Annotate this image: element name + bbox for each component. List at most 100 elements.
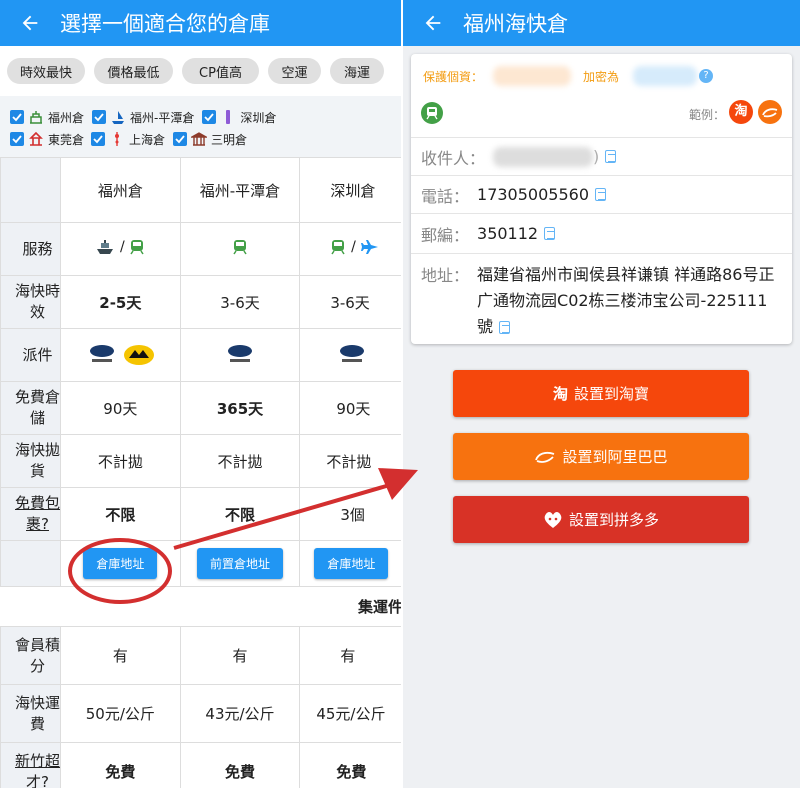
copy-icon[interactable]	[544, 227, 556, 240]
set-to-alibaba-button[interactable]: 設置到阿里巴巴	[453, 433, 749, 480]
speed-pingtan: 3-6天	[179, 275, 301, 329]
button-label: 設置到淘寶	[574, 385, 650, 403]
back-button[interactable]	[403, 12, 463, 34]
checkbox-checked-icon	[10, 110, 24, 124]
button-label: 設置到阿里巴巴	[562, 448, 668, 466]
page-title: 福州海快倉	[463, 12, 568, 36]
train-icon	[130, 240, 145, 255]
chip-sea[interactable]: 海運	[330, 58, 384, 84]
taobao-example-icon[interactable]: 淘	[729, 100, 753, 124]
front-warehouse-address-button[interactable]: 前置倉地址	[196, 548, 283, 579]
filter-label: 上海倉	[129, 132, 166, 147]
pearl-tower-icon	[115, 132, 120, 146]
checkbox-checked-icon	[91, 132, 106, 146]
copy-icon[interactable]	[605, 150, 617, 163]
redacted-name	[493, 66, 571, 86]
row-label-storage: 免費倉儲	[0, 381, 61, 435]
redacted-recipient	[493, 146, 594, 167]
address-value: 福建省福州市闽侯县祥谦镇 祥通路86号正广通物流园C02栋三楼沛宝公司-2251…	[477, 262, 777, 340]
chip-cheapest[interactable]: 價格最低	[94, 58, 173, 84]
filter-label: 福州倉	[48, 110, 85, 125]
filter-label: 福州-平潭倉	[130, 110, 195, 125]
checkbox-checked-icon	[10, 132, 24, 146]
fee-fuzhou: 50元/公斤	[60, 684, 181, 743]
copy-icon[interactable]	[595, 188, 606, 201]
filter-dongguan[interactable]: 東莞倉	[10, 131, 84, 148]
train-icon	[233, 240, 247, 255]
free-pingtan: 不限	[179, 487, 301, 541]
free-fuzhou: 不限	[60, 487, 181, 541]
checkbox-checked-icon	[202, 110, 217, 124]
fee-shenzhen: 45元/公斤	[299, 684, 403, 743]
fee-pingtan: 43元/公斤	[179, 684, 301, 743]
boat-icon	[112, 110, 125, 124]
row-label-hsinchu[interactable]: 新竹超才?	[0, 742, 61, 788]
button-label: 設置到拼多多	[568, 511, 659, 529]
free-shenzhen: 3個	[299, 487, 403, 541]
filter-sanming[interactable]: 三明倉	[173, 131, 247, 148]
chip-fastest[interactable]: 時效最快	[7, 58, 85, 84]
encrypt-label: 加密為	[583, 70, 620, 84]
hct-logistics-logo-icon	[227, 345, 252, 362]
arrow-left-icon	[22, 15, 38, 31]
filter-fuzhou[interactable]: 福州倉	[10, 109, 84, 126]
column-header-pingtan: 福州-平潭倉	[179, 157, 301, 223]
hsinchu-shenzhen: 免費	[299, 742, 403, 788]
row-label-points: 會員積分	[0, 626, 61, 685]
bulky-pingtan: 不計拋	[179, 434, 301, 488]
bulky-shenzhen: 不計拋	[299, 434, 403, 488]
comparison-table: 福州倉 福州-平潭倉 深圳倉 服務 / / 海快時效 2-5天 3-6天 3-6…	[0, 157, 403, 788]
phone-value: 17305005560	[477, 185, 589, 204]
sort-chips: 時效最快 價格最低 CP值高 空運 海運	[0, 46, 403, 96]
pinduoduo-icon	[544, 511, 562, 528]
copy-icon[interactable]	[499, 321, 511, 334]
help-icon[interactable]: ?	[699, 69, 713, 83]
delivery-fuzhou	[60, 328, 181, 382]
recipient-label: 收件人：	[421, 148, 486, 168]
speed-fuzhou: 2-5天	[60, 275, 181, 329]
address-text: 福建省福州市闽侯县祥谦镇 祥通路86号正广通物流园C02栋三楼沛宝公司-2251…	[477, 265, 775, 336]
delivery-pingtan	[179, 328, 301, 382]
address-row: 地址： 福建省福州市闽侯县祥谦镇 祥通路86号正广通物流园C02栋三楼沛宝公司-…	[411, 253, 792, 343]
set-to-taobao-button[interactable]: 淘 設置到淘寶	[453, 370, 749, 417]
filter-shenzhen[interactable]: 深圳倉	[202, 109, 276, 126]
arrow-left-icon	[425, 15, 441, 31]
phone-row: 電話： 17305005560	[411, 175, 792, 213]
checkbox-checked-icon	[173, 132, 188, 146]
warehouse-selection-panel: 選擇一個適合您的倉庫 時效最快 價格最低 CP值高 空運 海運 福州倉 福州-平…	[0, 0, 403, 788]
warehouse-detail-panel: 福州海快倉 保護個資： 加密為 ? 範例： 淘 收件人： ) 電話： 17305…	[403, 0, 800, 788]
filter-shanghai[interactable]: 上海倉	[91, 131, 165, 148]
button-cell-shenzhen: 倉庫地址	[299, 540, 403, 587]
airplane-icon	[360, 240, 378, 254]
black-cat-logo-icon	[123, 345, 154, 365]
bulky-fuzhou: 不計拋	[60, 434, 181, 488]
checkbox-checked-icon	[92, 110, 107, 124]
alibaba-icon	[535, 451, 555, 463]
service-fuzhou: /	[60, 222, 181, 276]
warehouse-address-button-shenzhen[interactable]: 倉庫地址	[314, 548, 389, 579]
row-label-free-parcels[interactable]: 免費包裹?	[0, 487, 61, 541]
chip-air[interactable]: 空運	[268, 58, 321, 84]
pavilion-icon	[191, 132, 208, 146]
row-label-fee: 海快運費	[0, 684, 61, 743]
row-label-speed: 海快時效	[0, 275, 61, 329]
taobao-icon: 淘	[552, 385, 568, 403]
row-label-service: 服務	[0, 222, 61, 276]
back-button[interactable]	[0, 12, 60, 34]
chip-cp-value[interactable]: CP值高	[182, 58, 259, 84]
filter-fuzhou-pingtan[interactable]: 福州-平潭倉	[92, 109, 194, 126]
hct-logistics-logo-icon	[340, 345, 365, 362]
train-icon	[331, 240, 345, 255]
zip-label: 郵編：	[421, 225, 470, 245]
highlight-circle	[68, 538, 172, 604]
page-title: 選擇一個適合您的倉庫	[60, 12, 270, 36]
section-consolidation: 集運件	[0, 586, 403, 627]
column-header-fuzhou: 福州倉	[60, 157, 181, 223]
alibaba-example-icon[interactable]	[758, 100, 782, 124]
filter-label: 三明倉	[211, 132, 248, 147]
column-header-shenzhen: 深圳倉	[299, 157, 403, 223]
fuzhou-landmark-icon	[30, 111, 42, 124]
row-label-delivery: 派件	[0, 328, 61, 382]
set-to-pinduoduo-button[interactable]: 設置到拼多多	[453, 496, 749, 543]
points-shenzhen: 有	[299, 626, 403, 685]
